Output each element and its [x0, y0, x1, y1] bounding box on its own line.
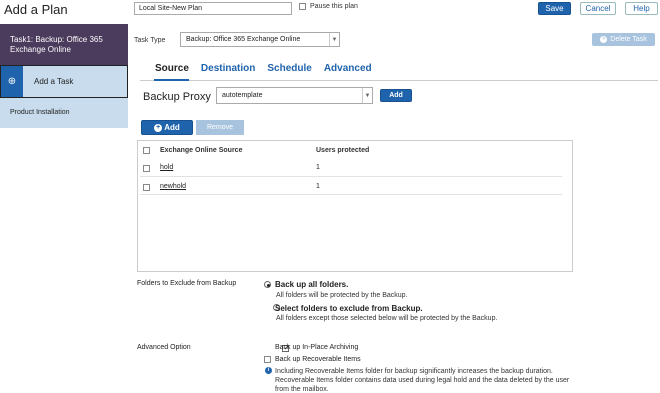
plan-name-input[interactable]: Local Site-New Plan — [134, 2, 292, 15]
tab-divider — [140, 80, 658, 81]
backup-proxy-select[interactable]: autotemplate ▼ — [216, 87, 373, 104]
pause-plan-checkbox[interactable] — [299, 3, 306, 10]
recoverable-items-label: Back up Recoverable Items — [275, 356, 361, 363]
select-folders-desc-text: All folders except those selected below … — [276, 315, 498, 322]
cancel-button[interactable]: Cancel — [580, 2, 616, 15]
task-type-select[interactable]: Backup: Office 365 Exchange Online ▼ — [180, 32, 340, 47]
pause-plan-label: Pause this plan — [310, 3, 358, 10]
row-checkbox[interactable] — [143, 184, 150, 191]
chevron-down-icon: ▼ — [329, 33, 339, 46]
delete-task-button[interactable]: ✕ Delete Task — [592, 33, 655, 46]
task-type-value: Backup: Office 365 Exchange Online — [186, 36, 301, 43]
tab-source[interactable]: Source — [155, 63, 189, 74]
backup-proxy-value: autotemplate — [222, 92, 263, 99]
table-row — [140, 178, 562, 195]
page-title: Add a Plan — [4, 2, 68, 17]
task-type-label: Task Type — [134, 37, 166, 44]
select-folders-desc: All folders except those selected below … — [276, 315, 497, 322]
tab-destination[interactable]: Destination — [201, 63, 255, 74]
add-task-icon: ⊕ — [1, 66, 23, 97]
row-checkbox[interactable] — [143, 165, 150, 172]
select-folders-title: Select folders to exclude from Backup. — [275, 304, 423, 313]
source-link[interactable]: newhold — [160, 183, 186, 190]
column-header-source: Exchange Online Source — [160, 147, 243, 154]
active-tab-indicator — [154, 79, 189, 81]
save-button[interactable]: Save — [538, 2, 571, 15]
help-button[interactable]: Help — [625, 2, 658, 15]
add-task-label: Add a Task — [34, 77, 74, 86]
sidebar-product-installation[interactable]: Product Installation — [0, 98, 128, 128]
tab-advanced[interactable]: Advanced — [324, 63, 372, 74]
column-header-users: Users protected — [316, 147, 370, 154]
sidebar-task-item[interactable]: Task1: Backup: Office 365 Exchange Onlin… — [0, 24, 128, 65]
inplace-archiving-label: Back up In-Place Archiving — [275, 344, 359, 351]
backup-all-folders-radio[interactable] — [264, 281, 271, 288]
delete-task-label: Delete Task — [610, 36, 647, 43]
plus-icon: + — [154, 123, 163, 132]
chevron-down-icon: ▼ — [362, 88, 372, 103]
pause-plan-toggle[interactable]: Pause this plan — [299, 3, 358, 10]
add-source-label: Add — [164, 123, 180, 132]
close-icon: ✕ — [600, 36, 608, 43]
add-source-button[interactable]: + Add — [141, 120, 193, 135]
recoverable-items-info: Including Recoverable Items folder for b… — [275, 368, 570, 393]
add-proxy-button[interactable]: Add — [380, 89, 412, 102]
tab-schedule[interactable]: Schedule — [267, 63, 311, 74]
backup-all-folders-desc: All folders will be protected by the Bac… — [276, 292, 408, 299]
folders-exclude-label: Folders to Exclude from Backup — [137, 280, 237, 287]
backup-all-folders-title: Back up all folders. — [275, 280, 349, 289]
backup-proxy-label: Backup Proxy — [143, 91, 211, 103]
source-link[interactable]: hold — [160, 164, 173, 171]
remove-source-button[interactable]: Remove — [196, 120, 244, 135]
users-protected-value: 1 — [316, 183, 320, 190]
advanced-option-label: Advanced Option — [137, 344, 191, 351]
sidebar-add-task[interactable]: ⊕ Add a Task — [0, 65, 128, 98]
recoverable-items-checkbox[interactable] — [264, 356, 271, 363]
table-row — [140, 160, 562, 177]
tab-bar: Source Destination Schedule Advanced — [155, 63, 372, 74]
info-icon: i — [265, 367, 272, 374]
users-protected-value: 1 — [316, 164, 320, 171]
select-all-checkbox[interactable] — [143, 147, 150, 154]
